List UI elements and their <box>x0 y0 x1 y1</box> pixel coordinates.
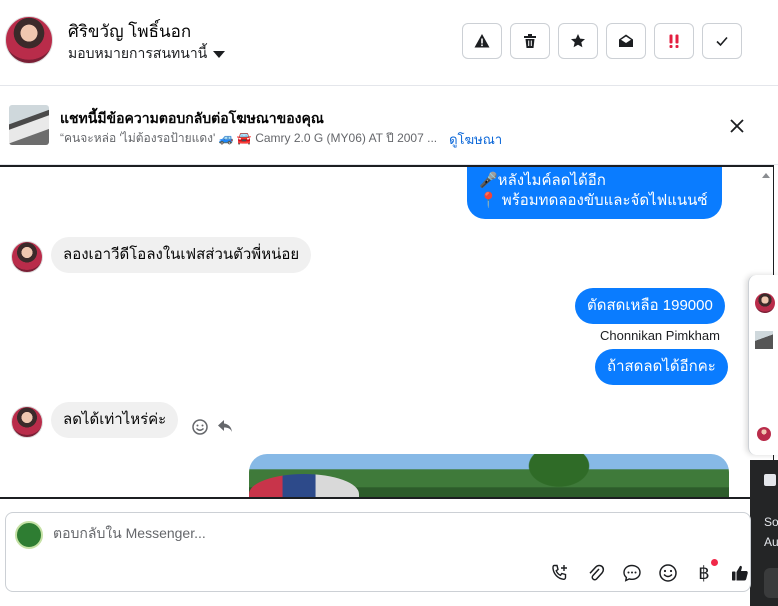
smiley-react-icon[interactable] <box>191 418 209 436</box>
ad-thumbnail <box>9 105 49 145</box>
page-avatar <box>15 521 43 549</box>
notification-text-line: So <box>764 515 778 529</box>
emoji-button[interactable] <box>656 561 680 585</box>
outgoing-message[interactable]: ตัดสดเหลือ 199000 <box>575 288 725 324</box>
paperclip-icon <box>589 564 605 581</box>
caret-down-icon <box>213 50 226 58</box>
emoji-icon <box>659 564 677 582</box>
outgoing-message[interactable]: 🎤หลังไมค์ลดได้อีก 📍 พร้อมทดลองขับและจัดไ… <box>467 167 722 219</box>
check-icon <box>716 36 728 47</box>
envelope-open-icon <box>619 34 633 47</box>
reply-arrow-icon[interactable] <box>216 417 234 435</box>
photo-palm-shape <box>489 454 629 497</box>
side-ad-thumbnail <box>755 331 773 349</box>
contact-avatar-small[interactable] <box>11 241 43 273</box>
phone-plus-icon <box>552 564 567 581</box>
ad-reply-banner: แชทนี้มีข้อความตอบกลับต่อโฆษณาของคุณ “คน… <box>0 87 778 165</box>
side-avatar-small <box>757 427 771 441</box>
contact-avatar[interactable] <box>5 16 53 64</box>
ad-banner-subtitle-row: “คนจะหล่อ 'ไม่ต้องรอป้ายแดง' 🚙 🚘 Camry 2… <box>60 129 502 150</box>
sender-name: Chonnikan Pimkham <box>600 328 720 343</box>
assign-conversation-dropdown[interactable]: มอบหมายการสนทนานี้ <box>68 43 226 65</box>
scroll-up-arrow-icon[interactable] <box>762 173 770 178</box>
saved-replies-button[interactable] <box>620 561 644 585</box>
composer-toolbar: ฿ <box>548 559 752 585</box>
incoming-message[interactable]: ลองเอาวีดีโอลงในเฟสส่วนตัวพี่หน่อย <box>51 237 312 273</box>
add-call-button[interactable] <box>548 561 572 585</box>
double-exclamation-icon <box>669 34 679 48</box>
reply-input[interactable] <box>53 525 653 541</box>
mark-unread-button[interactable] <box>606 23 646 59</box>
view-ad-link[interactable]: ดูโฆษณา <box>449 129 502 150</box>
reply-composer: ฿ <box>5 512 751 592</box>
ad-banner-title: แชทนี้มีข้อความตอบกลับต่อโฆษณาของคุณ <box>60 110 324 126</box>
payment-button[interactable]: ฿ <box>692 559 718 585</box>
notification-icon <box>764 474 776 486</box>
side-avatar[interactable] <box>755 293 775 313</box>
conversation-header: ศิริขวัญ โพธิ์นอก มอบหมายการสนทนานี้ <box>0 0 778 86</box>
message-text-line: 📍 พร้อมทดลองขับและจัดไฟแนนซ์ <box>479 192 708 209</box>
chat-bubble-icon <box>623 564 641 582</box>
star-button[interactable] <box>558 23 598 59</box>
like-button[interactable] <box>728 561 752 585</box>
contact-avatar-small[interactable] <box>11 406 43 438</box>
mark-done-button[interactable] <box>702 23 742 59</box>
ad-banner-subtitle: “คนจะหล่อ 'ไม่ต้องรอป้ายแดง' 🚙 🚘 Camry 2… <box>60 131 438 145</box>
notification-text: So Au <box>764 512 778 552</box>
conversation-actions <box>462 23 742 59</box>
warning-icon <box>474 34 490 48</box>
message-text-line: 🎤หลังไมค์ลดได้อีก <box>479 172 606 189</box>
star-icon <box>571 34 585 48</box>
thumbs-up-icon <box>732 565 748 581</box>
close-icon[interactable] <box>728 117 746 135</box>
photo-attachment[interactable] <box>249 454 729 497</box>
side-chat-panel[interactable] <box>748 275 778 455</box>
incoming-message[interactable]: ลดได้เท่าไหร่ค่ะ <box>51 402 179 438</box>
delete-button[interactable] <box>510 23 550 59</box>
baht-icon: ฿ <box>698 562 710 584</box>
mark-spam-button[interactable] <box>462 23 502 59</box>
notification-text-line: Au <box>764 535 778 549</box>
assign-label: มอบหมายการสนทนานี้ <box>68 45 208 61</box>
contact-name[interactable]: ศิริขวัญ โพธิ์นอก <box>68 18 191 45</box>
mark-important-button[interactable] <box>654 23 694 59</box>
outgoing-message[interactable]: ถ้าสดลดได้อีกคะ <box>595 349 728 385</box>
notification-panel[interactable]: So Au <box>750 460 778 606</box>
photo-tent-shape <box>249 474 359 497</box>
notification-button[interactable] <box>764 568 778 598</box>
attach-button[interactable] <box>584 561 608 585</box>
notification-dot <box>711 559 718 566</box>
message-thread[interactable]: 🎤หลังไมค์ลดได้อีก 📍 พร้อมทดลองขับและจัดไ… <box>0 165 774 499</box>
trash-icon <box>524 34 536 48</box>
